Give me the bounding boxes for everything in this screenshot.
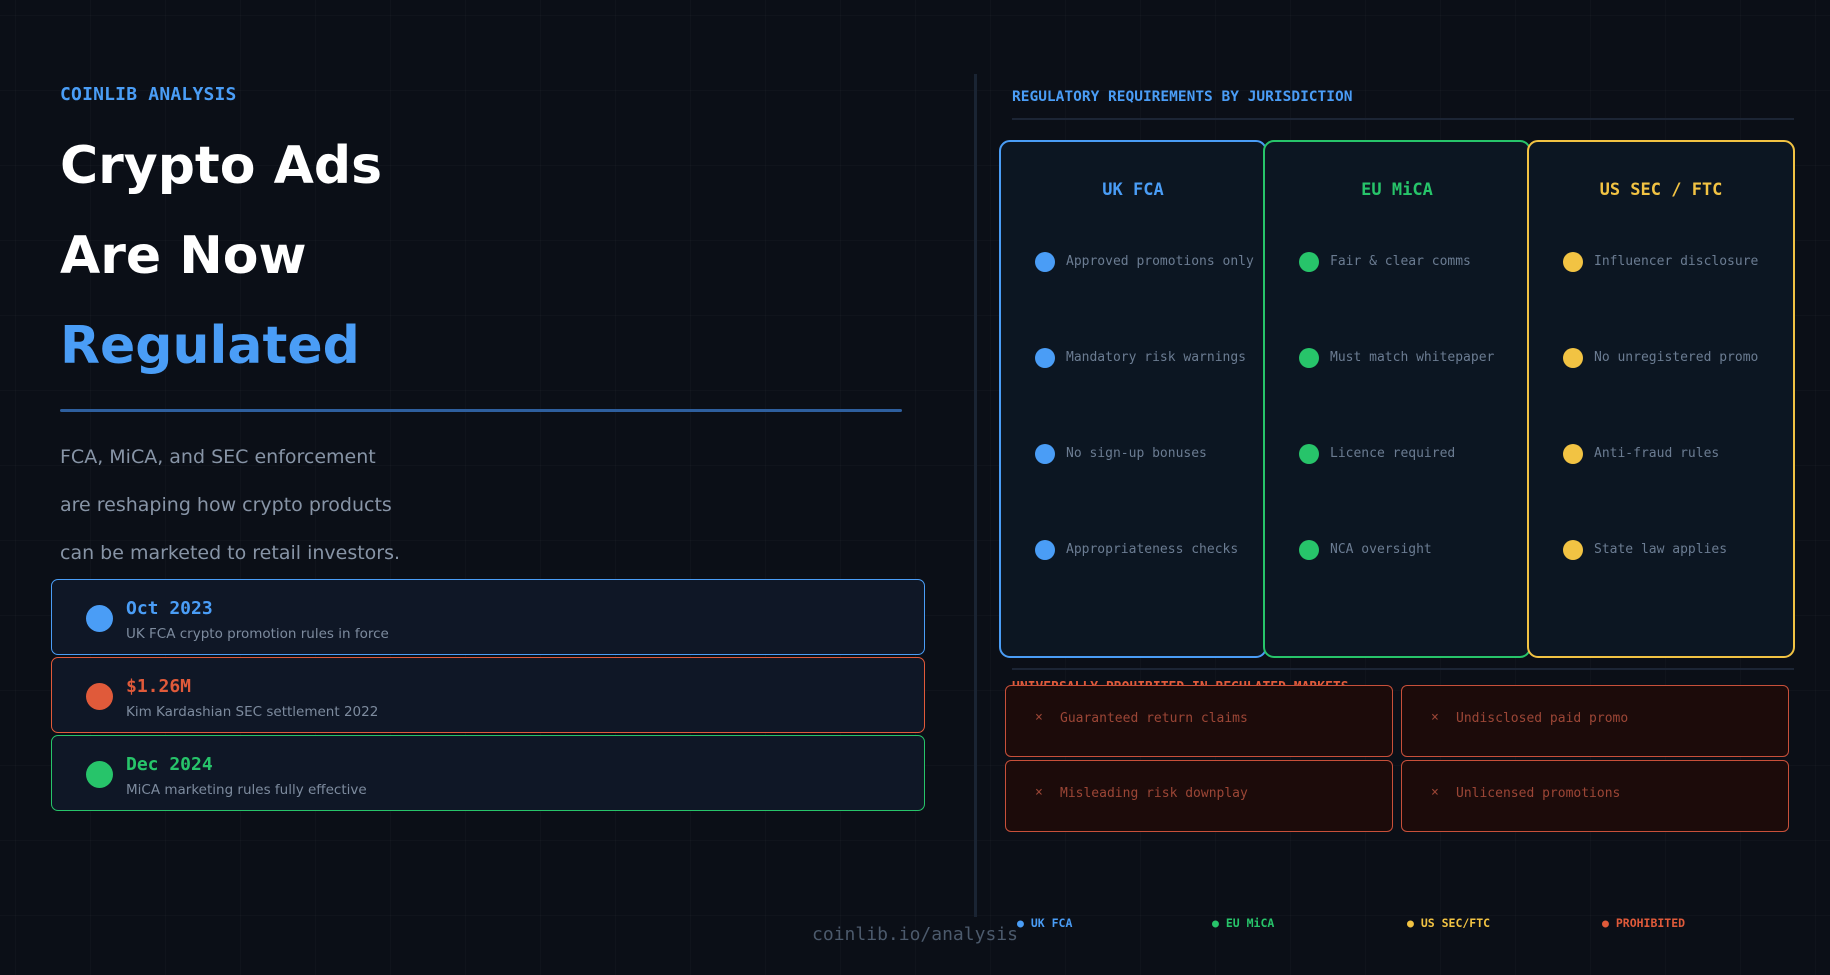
jurisdiction-card-us-sec-ftc: US SEC / FTC Influencer disclosure No un… [1527,140,1795,658]
requirement-text: No unregistered promo [1594,350,1759,365]
requirement-item: Mandatory risk warnings [1035,348,1275,370]
cross-icon: × [1035,710,1043,725]
requirement-text: State law applies [1594,542,1728,557]
stat-label: Kim Kardashian SEC settlement 2022 [126,704,379,720]
prohibited-item: × Misleading risk downplay [1005,760,1393,832]
requirement-text: Licence required [1330,446,1456,461]
bullet-dot-icon [1299,348,1319,368]
requirement-text: Mandatory risk warnings [1066,350,1247,365]
bullet-dot-icon [1299,444,1319,464]
headline-line-2: Are Now [60,226,307,286]
requirement-item: State law applies [1563,540,1803,562]
requirement-item: Influencer disclosure [1563,252,1803,274]
jurisdiction-name: US SEC / FTC [1599,180,1723,200]
bullet-dot-icon [1035,444,1055,464]
requirement-text: Must match whitepaper [1330,350,1495,365]
requirements-rule [1012,118,1794,120]
bullet-dot-icon [1299,252,1319,272]
prohibited-rule [1012,668,1794,670]
stat-card-sec-settlement: $1.26M Kim Kardashian SEC settlement 202… [51,657,925,733]
jurisdiction-name: UK FCA [1102,180,1164,200]
requirement-text: NCA oversight [1330,542,1432,557]
requirement-text: No sign-up bonuses [1066,446,1207,461]
requirement-item: Fair & clear comms [1299,252,1539,274]
requirement-item: Appropriateness checks [1035,540,1275,562]
bullet-dot-icon [1563,252,1583,272]
stat-value: $1.26M [126,676,192,697]
requirement-text: Appropriateness checks [1066,542,1239,557]
requirement-item: Licence required [1299,444,1539,466]
bullet-dot-icon [1035,252,1055,272]
cross-icon: × [1431,785,1439,800]
jurisdiction-card-uk-fca: UK FCA Approved promotions only Mandator… [999,140,1267,658]
cross-icon: × [1431,710,1439,725]
requirement-item: NCA oversight [1299,540,1539,562]
column-divider [974,74,977,917]
footer-url: coinlib.io/analysis [812,924,1018,945]
stat-value: Oct 2023 [126,598,213,619]
stat-card-mica-date: Dec 2024 MiCA marketing rules fully effe… [51,735,925,811]
requirement-item: No unregistered promo [1563,348,1803,370]
requirement-text: Anti-fraud rules [1594,446,1720,461]
stat-dot-icon [86,683,113,710]
prohibited-item: × Guaranteed return claims [1005,685,1393,757]
stat-card-fca-date: Oct 2023 UK FCA crypto promotion rules i… [51,579,925,655]
bullet-dot-icon [1035,348,1055,368]
jurisdiction-name: EU MiCA [1361,180,1433,200]
bullet-dot-icon [1035,540,1055,560]
bullet-dot-icon [1563,540,1583,560]
subtitle-line-1: FCA, MiCA, and SEC enforcement [60,446,376,468]
jurisdiction-card-eu-mica: EU MiCA Fair & clear comms Must match wh… [1263,140,1531,658]
cross-icon: × [1035,785,1043,800]
prohibited-text: Guaranteed return claims [1060,711,1248,726]
bullet-dot-icon [1563,444,1583,464]
requirement-text: Approved promotions only [1066,254,1254,269]
brand-label: COINLIB ANALYSIS [60,84,237,105]
stat-label: MiCA marketing rules fully effective [126,782,367,798]
prohibited-text: Undisclosed paid promo [1456,711,1629,726]
requirement-text: Influencer disclosure [1594,254,1759,269]
subtitle-line-3: can be marketed to retail investors. [60,542,401,564]
stat-value: Dec 2024 [126,754,213,775]
prohibited-text: Misleading risk downplay [1060,786,1248,801]
headline-line-1: Crypto Ads [60,136,383,196]
subtitle-line-2: are reshaping how crypto products [60,494,392,516]
requirement-item: Must match whitepaper [1299,348,1539,370]
prohibited-text: Unlicensed promotions [1456,786,1621,801]
requirement-text: Fair & clear comms [1330,254,1471,269]
bullet-dot-icon [1563,348,1583,368]
prohibited-item: × Undisclosed paid promo [1401,685,1789,757]
bullet-dot-icon [1299,540,1319,560]
requirement-item: Anti-fraud rules [1563,444,1803,466]
requirement-item: Approved promotions only [1035,252,1275,274]
requirement-item: No sign-up bonuses [1035,444,1275,466]
stat-dot-icon [86,605,113,632]
stat-dot-icon [86,761,113,788]
requirements-heading: REGULATORY REQUIREMENTS BY JURISDICTION [1012,89,1353,105]
prohibited-item: × Unlicensed promotions [1401,760,1789,832]
headline-line-3: Regulated [60,316,360,376]
stat-label: UK FCA crypto promotion rules in force [126,626,389,642]
headline-divider [60,409,902,412]
